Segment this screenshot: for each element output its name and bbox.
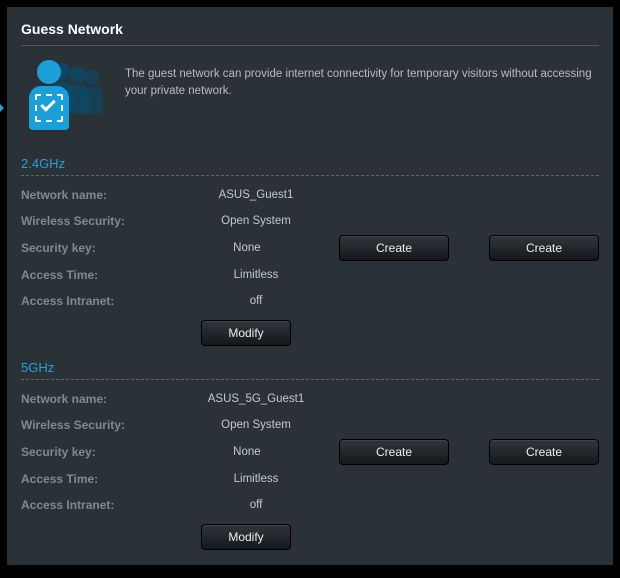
band-section-5ghz: 5GHz Network name: ASUS_5G_Guest1 Wirele… xyxy=(21,354,599,556)
band-section-24ghz: 2.4GHz Network name: ASUS_Guest1 Wireles… xyxy=(21,150,599,352)
label-network-name: Network name: xyxy=(21,188,181,202)
value-security-key: None xyxy=(175,242,319,254)
value-wireless-security: Open System xyxy=(181,215,331,227)
band-title-24ghz: 2.4GHz xyxy=(21,150,599,175)
guest-network-panel: Guess Network The guest network can prov… xyxy=(6,6,614,566)
label-network-name: Network name: xyxy=(21,392,181,406)
create-button[interactable]: Create xyxy=(489,439,599,465)
page-title: Guess Network xyxy=(21,17,599,46)
create-button[interactable]: Create xyxy=(339,235,449,261)
modify-button[interactable]: Modify xyxy=(201,320,291,346)
modify-button[interactable]: Modify xyxy=(201,524,291,550)
create-button[interactable]: Create xyxy=(489,235,599,261)
label-security-key: Security key: xyxy=(21,241,175,255)
value-security-key: None xyxy=(175,446,319,458)
band-title-5ghz: 5GHz xyxy=(21,354,599,379)
label-access-time: Access Time: xyxy=(21,472,181,486)
guest-network-icon xyxy=(21,60,111,140)
label-access-time: Access Time: xyxy=(21,268,181,282)
label-wireless-security: Wireless Security: xyxy=(21,214,181,228)
value-access-time: Limitless xyxy=(181,269,331,281)
value-access-intranet: off xyxy=(181,295,331,307)
divider xyxy=(21,175,599,176)
label-security-key: Security key: xyxy=(21,445,175,459)
intro-section: The guest network can provide internet c… xyxy=(21,46,599,148)
value-access-time: Limitless xyxy=(181,473,331,485)
label-wireless-security: Wireless Security: xyxy=(21,418,181,432)
value-wireless-security: Open System xyxy=(181,419,331,431)
value-network-name: ASUS_Guest1 xyxy=(181,189,331,201)
label-access-intranet: Access Intranet: xyxy=(21,498,181,512)
value-network-name: ASUS_5G_Guest1 xyxy=(181,393,331,405)
intro-text: The guest network can provide internet c… xyxy=(125,60,599,101)
value-access-intranet: off xyxy=(181,499,331,511)
side-arrow-indicator xyxy=(0,100,4,116)
label-access-intranet: Access Intranet: xyxy=(21,294,181,308)
create-button[interactable]: Create xyxy=(339,439,449,465)
divider xyxy=(21,379,599,380)
